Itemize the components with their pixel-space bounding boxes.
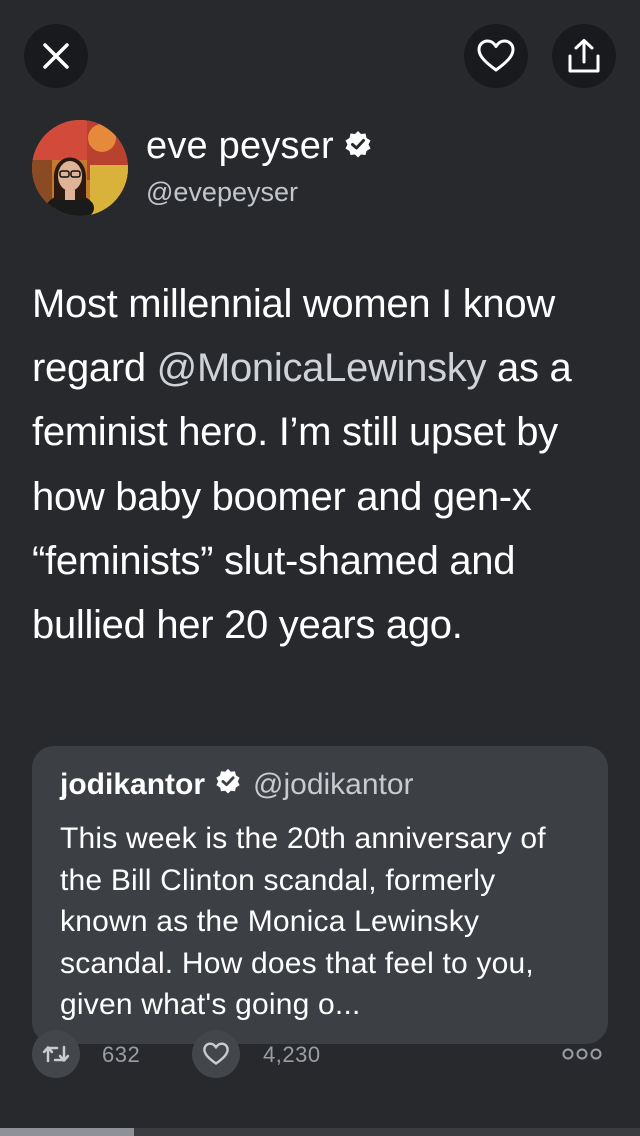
heart-icon xyxy=(203,1042,229,1065)
close-button[interactable] xyxy=(24,24,88,88)
share-button[interactable] xyxy=(552,24,616,88)
heart-icon xyxy=(477,39,515,72)
quoted-author-name: jodikantor xyxy=(60,768,206,801)
avatar[interactable] xyxy=(32,120,128,216)
verified-badge-icon xyxy=(215,768,241,802)
story-progress-fill xyxy=(0,1128,135,1136)
author-handle[interactable]: @evepeyser xyxy=(146,177,372,208)
like-count: 4,230 xyxy=(263,1042,321,1067)
tweet-author[interactable]: eve peyser @evepeyser xyxy=(32,120,372,216)
like-button[interactable] xyxy=(464,24,528,88)
quoted-tweet-text: This week is the 20th anniversary of the… xyxy=(60,822,546,1021)
tweet-actions: 632 4,230 xyxy=(32,1030,608,1078)
retweet-icon xyxy=(42,1045,70,1063)
mention-link[interactable]: @MonicaLewinsky xyxy=(157,346,487,390)
quoted-tweet-card[interactable]: jodikantor @jodikantor This week is the … xyxy=(32,746,608,1044)
retweet-button[interactable] xyxy=(32,1030,80,1078)
retweet-count: 632 xyxy=(102,1042,141,1067)
tweet-text-end: as a feminist hero. I’m still upset by h… xyxy=(32,346,572,648)
author-name[interactable]: eve peyser xyxy=(146,125,334,168)
share-icon xyxy=(568,39,600,73)
tweet-text: Most millennial women I know regard @Mon… xyxy=(32,272,622,657)
more-icon[interactable] xyxy=(562,1046,602,1062)
like-tweet-button[interactable] xyxy=(192,1030,240,1078)
story-progress-bar xyxy=(0,1128,640,1136)
quoted-author-handle: @jodikantor xyxy=(253,768,414,801)
verified-badge-icon xyxy=(344,130,372,163)
close-icon xyxy=(43,43,69,69)
